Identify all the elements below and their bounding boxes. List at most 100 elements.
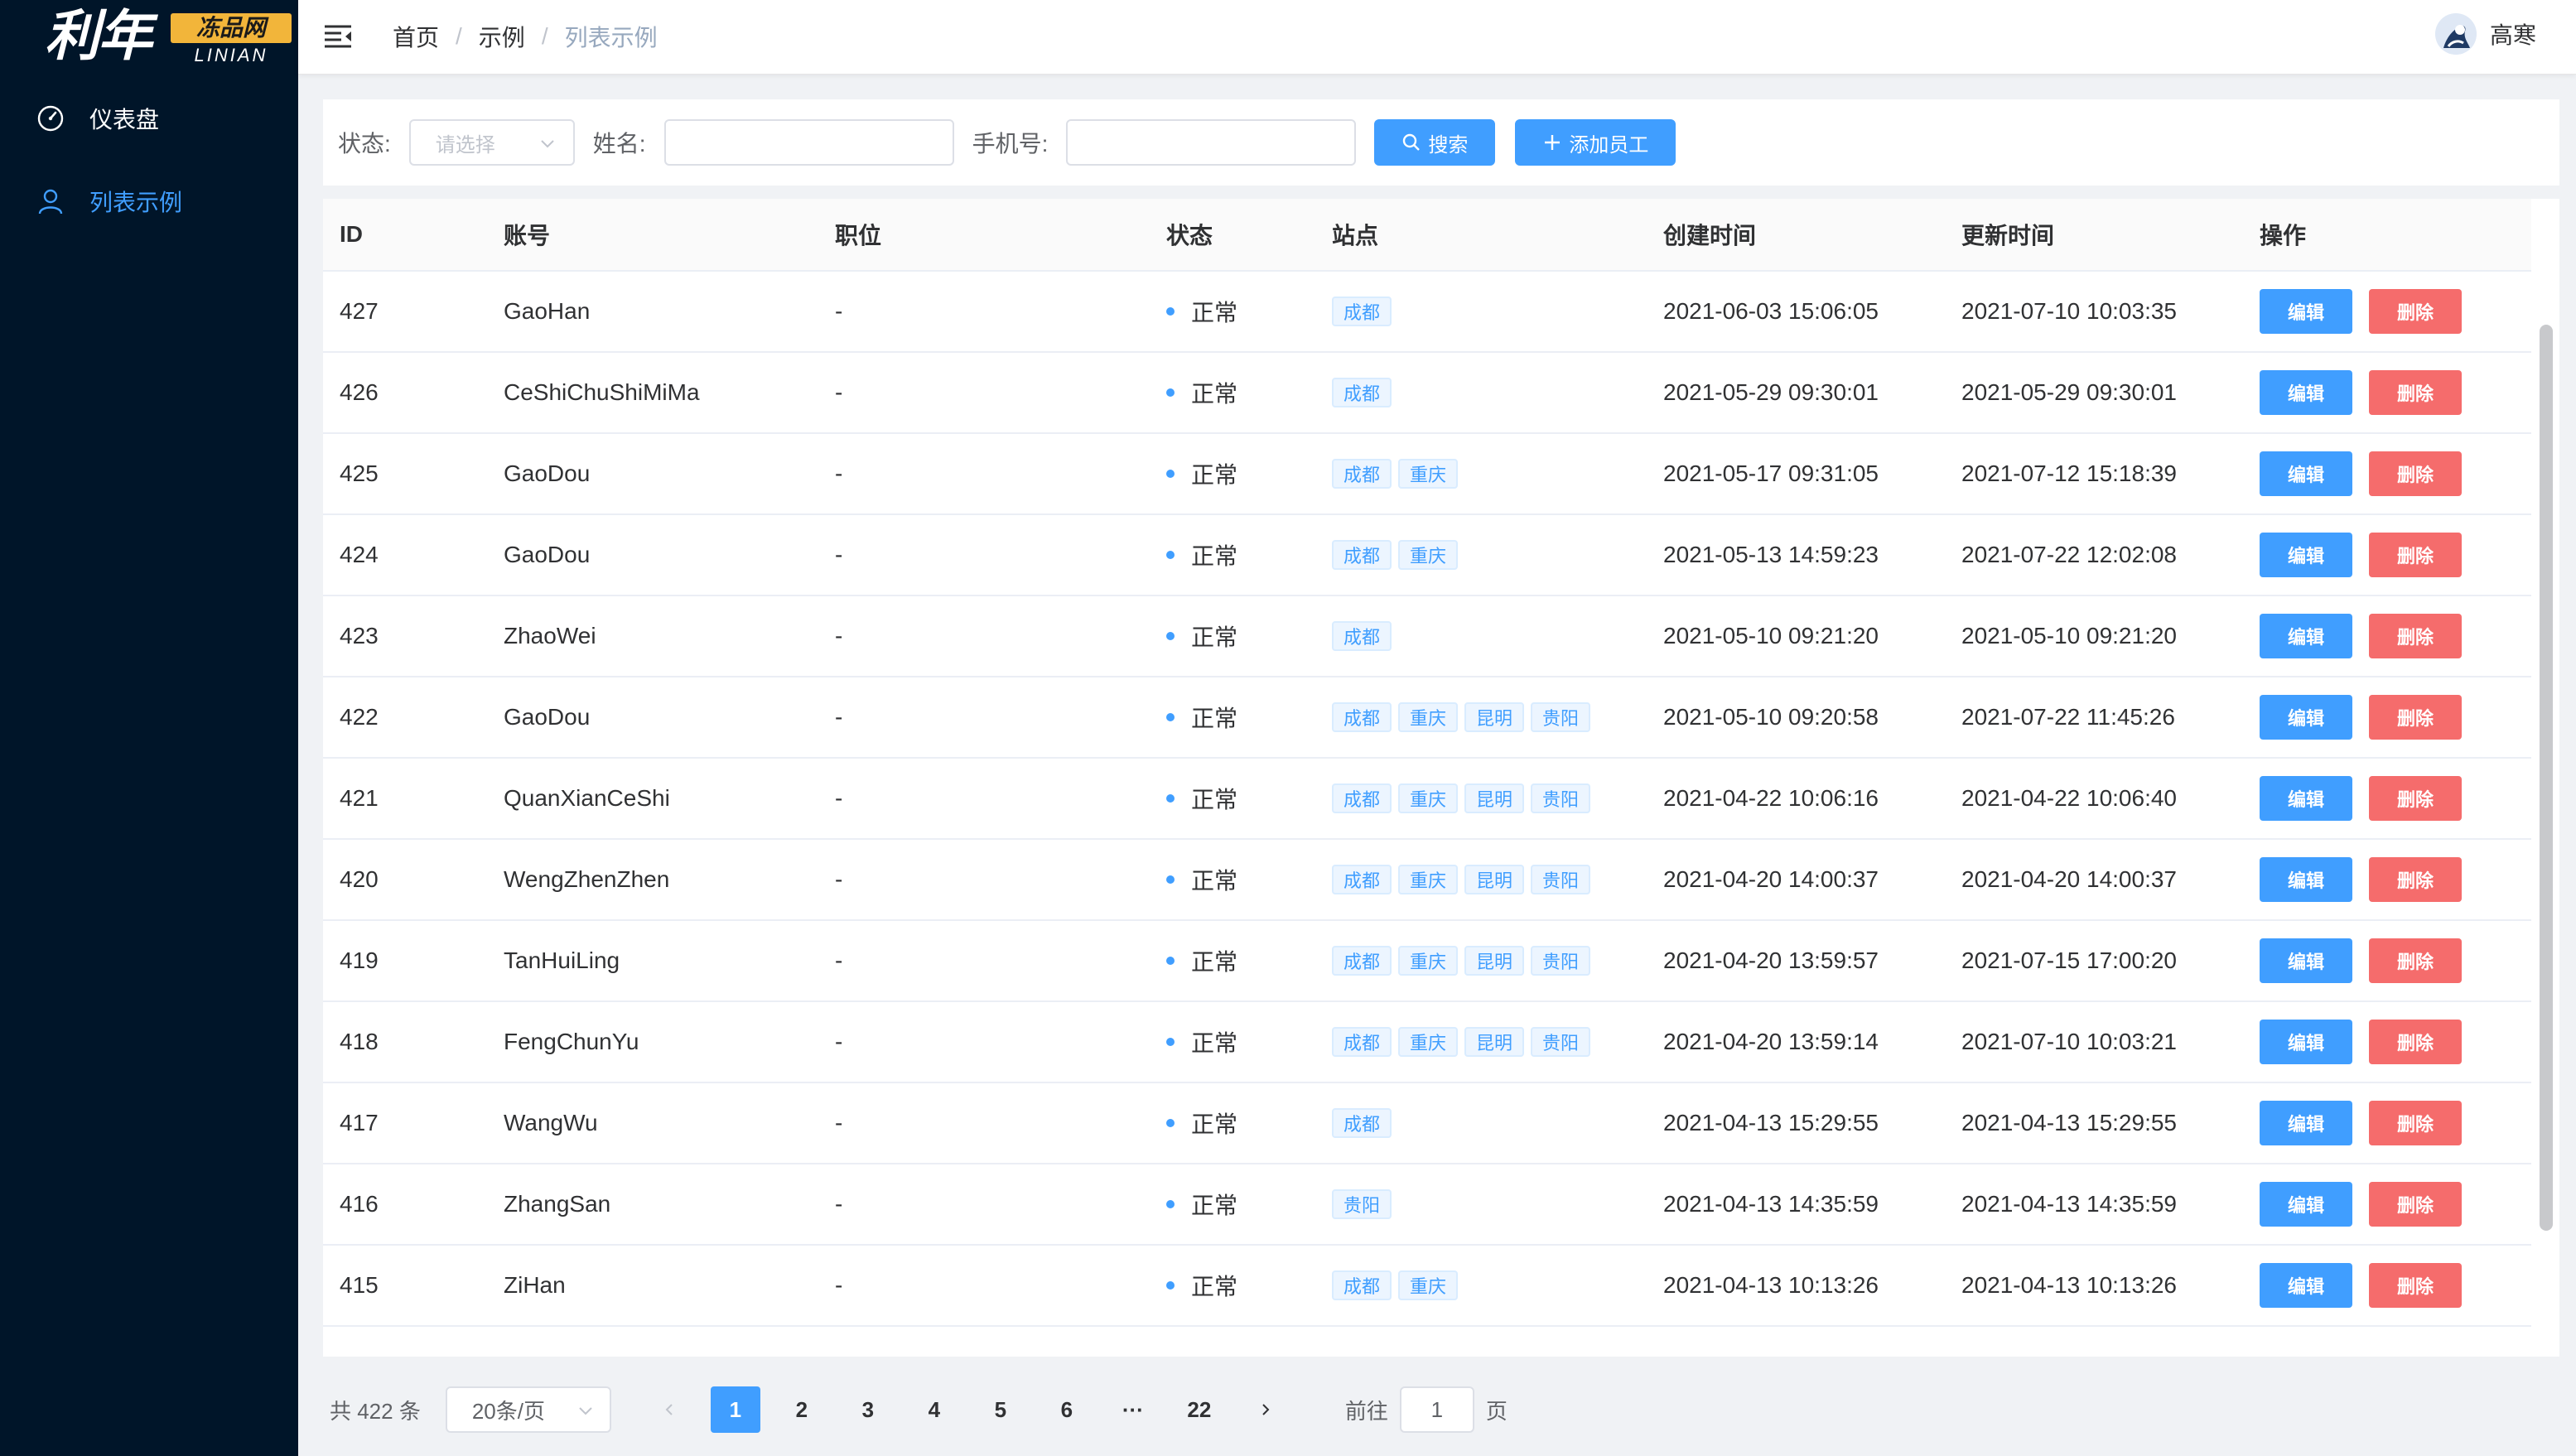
cell-account: FengChunYu [504, 1029, 639, 1054]
page-number-button[interactable]: 3 [843, 1386, 893, 1433]
avatar[interactable] [2434, 13, 2477, 55]
edit-button[interactable]: 编辑 [2260, 1263, 2352, 1308]
site-tag: 重庆 [1398, 865, 1459, 894]
cell-status: 正常 [1166, 1083, 1237, 1163]
delete-button[interactable]: 删除 [2369, 1263, 2462, 1308]
site-tag: 昆明 [1464, 865, 1525, 894]
edit-button[interactable]: 编辑 [2260, 533, 2352, 577]
status-text: 正常 [1191, 868, 1238, 894]
column-header-sites: 站点 [1332, 223, 1379, 248]
name-label: 姓名: [592, 131, 646, 157]
cell-sites: 成都 重庆 [1332, 1246, 1464, 1325]
site-tag: 重庆 [1398, 946, 1459, 976]
more-pages-button[interactable]: ··· [1108, 1386, 1158, 1433]
cell-status: 正常 [1166, 677, 1237, 757]
cell-created-time: 2021-04-20 13:59:57 [1663, 947, 1879, 973]
edit-button[interactable]: 编辑 [2260, 938, 2352, 983]
edit-button[interactable]: 编辑 [2260, 776, 2352, 821]
status-dot-icon [1166, 632, 1175, 640]
cell-account: GaoDou [504, 704, 591, 730]
add-employee-button[interactable]: 添加员工 [1515, 119, 1676, 166]
delete-button[interactable]: 删除 [2369, 289, 2462, 334]
edit-button[interactable]: 编辑 [2260, 451, 2352, 496]
cell-updated-time: 2021-04-22 10:06:40 [1961, 785, 2177, 811]
status-select[interactable]: 请选择 [408, 119, 575, 166]
cell-updated-time: 2021-04-13 14:35:59 [1961, 1191, 2177, 1217]
edit-button[interactable]: 编辑 [2260, 289, 2352, 334]
sidebar-item-dashboard[interactable]: 仪表盘 [0, 78, 298, 159]
cell-position: - [835, 542, 843, 567]
delete-button[interactable]: 删除 [2369, 938, 2462, 983]
status-dot-icon [1166, 1200, 1175, 1208]
cell-status: 正常 [1166, 434, 1237, 513]
breadcrumb-examples[interactable]: 示例 [479, 20, 525, 53]
page-number-button[interactable]: 2 [777, 1386, 827, 1433]
status-text: 正常 [1191, 543, 1238, 569]
cell-sites: 成都 重庆 昆明 贵阳 [1332, 759, 1597, 838]
status-text: 正常 [1191, 1030, 1238, 1056]
delete-button[interactable]: 删除 [2369, 1182, 2462, 1227]
cell-sites: 成都 重庆 [1332, 434, 1464, 513]
site-tag: 成都 [1332, 865, 1392, 894]
page-number-button[interactable]: 22 [1175, 1386, 1224, 1433]
page-number-button[interactable]: 1 [710, 1386, 760, 1433]
breadcrumb-separator: / [456, 23, 462, 49]
status-dot-icon [1166, 388, 1175, 397]
column-header-created: 创建时间 [1663, 223, 1757, 248]
status-text: 正常 [1191, 1193, 1238, 1218]
breadcrumb-home[interactable]: 首页 [393, 20, 439, 53]
goto-page-input[interactable]: 1 [1399, 1386, 1474, 1433]
cell-actions: 编辑 删除 [2260, 759, 2462, 838]
site-tag: 成都 [1332, 783, 1392, 813]
logo[interactable]: 利年 冻品网 LINIAN [45, 5, 292, 66]
breadcrumb: 首页 / 示例 / 列表示例 [393, 20, 658, 53]
edit-button[interactable]: 编辑 [2260, 1101, 2352, 1145]
delete-button[interactable]: 删除 [2369, 1020, 2462, 1064]
delete-button[interactable]: 删除 [2369, 695, 2462, 740]
delete-button[interactable]: 删除 [2369, 370, 2462, 415]
page-size-select[interactable]: 20条/页 [445, 1386, 611, 1433]
phone-input[interactable] [1066, 119, 1357, 166]
delete-button[interactable]: 删除 [2369, 533, 2462, 577]
search-button[interactable]: 搜索 [1374, 119, 1496, 166]
delete-button[interactable]: 删除 [2369, 857, 2462, 902]
edit-button[interactable]: 编辑 [2260, 370, 2352, 415]
cell-status: 正常 [1166, 759, 1237, 838]
user-menu[interactable]: 高寒 [2434, 13, 2536, 55]
edit-button[interactable]: 编辑 [2260, 1020, 2352, 1064]
status-text: 正常 [1191, 787, 1238, 812]
search-icon [1403, 133, 1421, 151]
prev-page-button[interactable] [644, 1386, 694, 1433]
delete-button[interactable]: 删除 [2369, 451, 2462, 496]
filter-bar: 状态: 请选择 姓名: 手机号: 搜索 添加员工 [323, 99, 2559, 186]
chevron-down-icon [541, 140, 554, 148]
table-scrollbar[interactable] [2540, 325, 2553, 1231]
delete-button[interactable]: 删除 [2369, 1101, 2462, 1145]
cell-sites: 成都 [1332, 1083, 1398, 1163]
page-number-button[interactable]: 5 [976, 1386, 1025, 1433]
menu-toggle-icon[interactable] [323, 22, 353, 51]
cell-created-time: 2021-05-29 09:30:01 [1663, 379, 1879, 405]
column-header-actions: 操作 [2260, 223, 2307, 248]
cell-account: CeShiChuShiMiMa [504, 379, 700, 405]
name-input[interactable] [663, 119, 954, 166]
edit-button[interactable]: 编辑 [2260, 695, 2352, 740]
table-row: 427 GaoHan - 正常 成都 2021-06-03 15:06:05 2021-07… [323, 272, 2531, 353]
page-number-button[interactable]: 6 [1042, 1386, 1092, 1433]
edit-button[interactable]: 编辑 [2260, 857, 2352, 902]
cell-position: - [835, 947, 843, 973]
next-page-button[interactable] [1241, 1386, 1290, 1433]
cell-account: ZhaoWei [504, 623, 596, 648]
table-row: 419 TanHuiLing - 正常 成都 重庆 昆明 贵阳 2021-04-20 13:59… [323, 921, 2531, 1002]
delete-button[interactable]: 删除 [2369, 614, 2462, 658]
cell-sites: 成都 重庆 昆明 贵阳 [1332, 840, 1597, 919]
cell-id: 421 [340, 785, 379, 811]
edit-button[interactable]: 编辑 [2260, 1182, 2352, 1227]
page-number-button[interactable]: 4 [909, 1386, 959, 1433]
sidebar-item-list-example[interactable]: 列表示例 [0, 161, 298, 242]
site-tag: 昆明 [1464, 1027, 1525, 1057]
site-tag: 重庆 [1398, 702, 1459, 732]
cell-account: WengZhenZhen [504, 866, 670, 892]
delete-button[interactable]: 删除 [2369, 776, 2462, 821]
edit-button[interactable]: 编辑 [2260, 614, 2352, 658]
